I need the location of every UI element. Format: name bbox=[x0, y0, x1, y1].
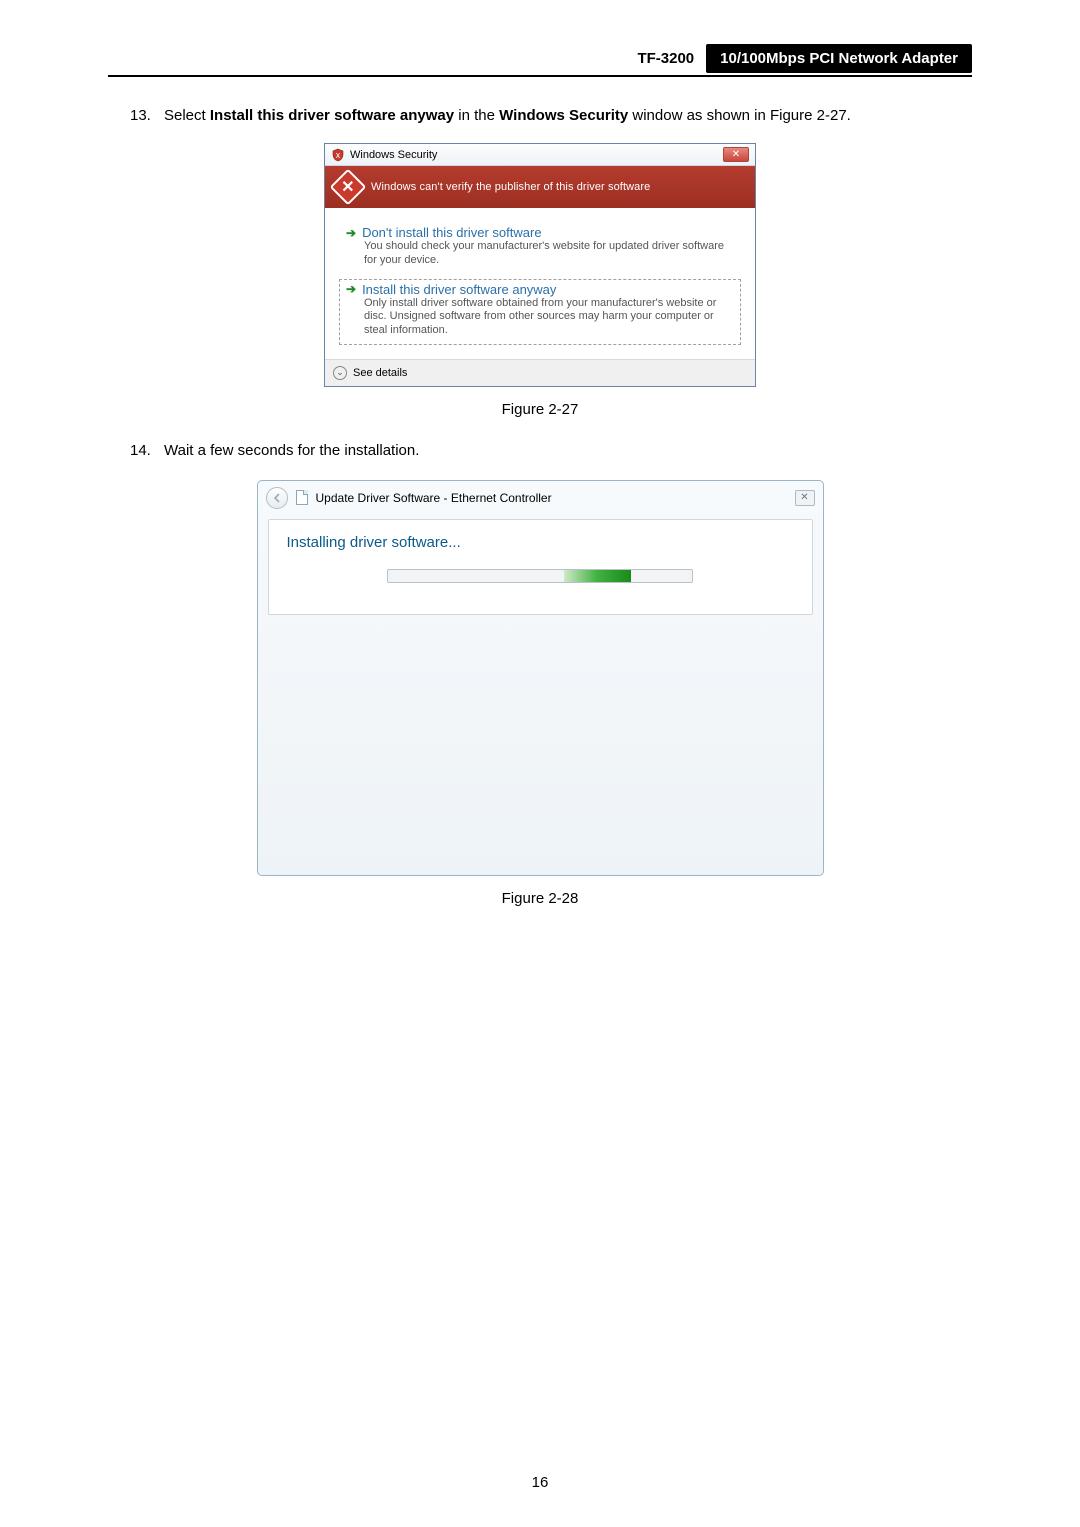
arrow-icon: ➔ bbox=[346, 226, 356, 240]
dialog-titlebar: Update Driver Software - Ethernet Contro… bbox=[258, 481, 823, 519]
dialog-titlebar: x Windows Security ✕ bbox=[325, 144, 755, 166]
choice-description: You should check your manufacturer's web… bbox=[364, 240, 734, 268]
step-number: 13. bbox=[130, 101, 164, 131]
shield-icon: x bbox=[331, 148, 345, 162]
windows-security-dialog: x Windows Security ✕ ✕ Windows can't ver… bbox=[324, 143, 756, 387]
warning-shield-icon: ✕ bbox=[330, 169, 367, 206]
figure-caption-1: Figure 2-27 bbox=[108, 401, 972, 418]
warning-text: Windows can't verify the publisher of th… bbox=[371, 181, 650, 193]
step-number: 14. bbox=[130, 436, 164, 466]
see-details-link[interactable]: See details bbox=[353, 367, 407, 379]
installing-heading: Installing driver software... bbox=[287, 534, 794, 551]
progress-indicator bbox=[564, 570, 631, 582]
step-text: Wait a few seconds for the installation. bbox=[164, 436, 972, 466]
dialog-title: Update Driver Software - Ethernet Contro… bbox=[316, 491, 552, 505]
document-icon bbox=[296, 490, 308, 505]
progress-bar bbox=[387, 569, 693, 583]
page-header: TF-3200 10/100Mbps PCI Network Adapter bbox=[108, 44, 972, 77]
choice-dont-install[interactable]: ➔ Don't install this driver software You… bbox=[339, 222, 741, 275]
close-button[interactable]: ✕ bbox=[723, 147, 749, 162]
close-button[interactable]: ✕ bbox=[795, 490, 815, 506]
choice-title: Don't install this driver software bbox=[362, 225, 542, 240]
svg-text:x: x bbox=[336, 150, 341, 160]
choice-title: Install this driver software anyway bbox=[362, 282, 556, 297]
dialog-footer: ⌄ See details bbox=[325, 359, 755, 386]
page-number: 16 bbox=[532, 1474, 549, 1491]
warning-banner: ✕ Windows can't verify the publisher of … bbox=[325, 166, 755, 208]
choice-description: Only install driver software obtained fr… bbox=[364, 297, 734, 338]
arrow-icon: ➔ bbox=[346, 282, 356, 296]
back-button[interactable] bbox=[266, 487, 288, 509]
dialog-title: Windows Security bbox=[350, 149, 437, 161]
figure-caption-2: Figure 2-28 bbox=[108, 890, 972, 907]
step-14: 14. Wait a few seconds for the installat… bbox=[130, 436, 972, 466]
model-number: TF-3200 bbox=[635, 46, 706, 71]
chevron-down-icon[interactable]: ⌄ bbox=[333, 366, 347, 380]
step-13: 13. Select Install this driver software … bbox=[130, 101, 972, 131]
step-text: Select Install this driver software anyw… bbox=[164, 101, 972, 131]
choice-install-anyway[interactable]: ➔ Install this driver software anyway On… bbox=[339, 279, 741, 345]
update-driver-dialog: Update Driver Software - Ethernet Contro… bbox=[257, 480, 824, 876]
product-name: 10/100Mbps PCI Network Adapter bbox=[706, 44, 972, 73]
